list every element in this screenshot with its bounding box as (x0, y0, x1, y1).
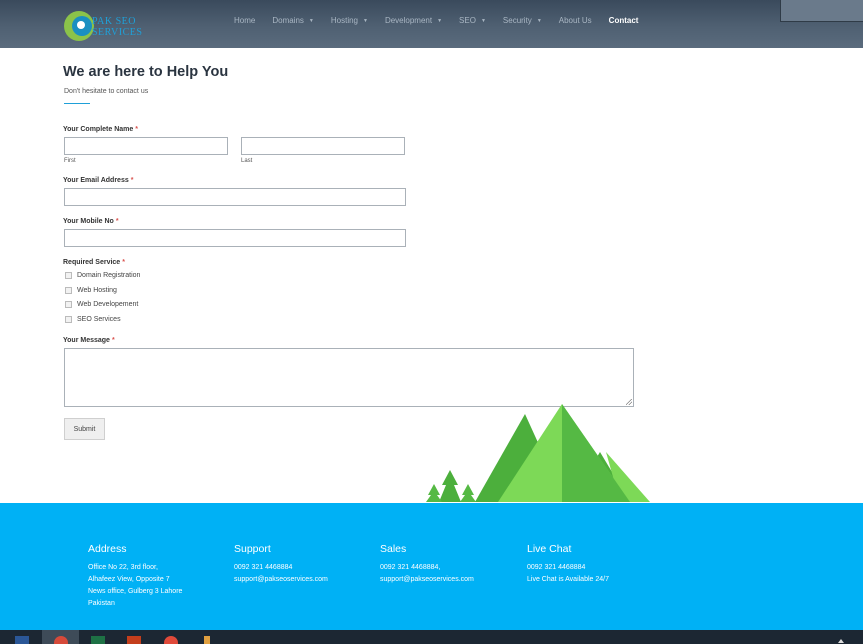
nav-item-hosting[interactable]: Hosting ▼ (331, 16, 368, 25)
chevron-down-icon: ▼ (437, 17, 443, 24)
nav-item-development[interactable]: Development ▼ (385, 16, 442, 25)
checkbox-web-development[interactable] (65, 301, 72, 308)
submit-button[interactable]: Submit (64, 418, 105, 440)
message-label: Your Message * (63, 337, 115, 344)
nav-item-contact[interactable]: Contact (609, 16, 639, 25)
mountains-illustration (426, 404, 650, 502)
nav-item-security[interactable]: Security ▼ (503, 16, 542, 25)
page-subtitle: Don't hesitate to contact us (64, 88, 149, 95)
footer-sales: Sales 0092 321 4468884, support@pakseose… (380, 543, 474, 586)
chevron-down-icon: ▼ (480, 17, 486, 24)
chevron-down-icon: ▼ (536, 17, 542, 24)
chevron-up-icon[interactable] (838, 639, 844, 643)
pencil-icon[interactable] (204, 636, 210, 644)
nav-item-seo[interactable]: SEO ▼ (459, 16, 486, 25)
main-nav: Home Domains ▼ Hosting ▼ Development ▼ SEO ▼… (234, 16, 655, 25)
nav-item-about-us[interactable]: About Us (559, 16, 592, 25)
last-name-input[interactable] (241, 137, 405, 155)
footer-support: Support 0092 321 4468884 support@pakseos… (234, 543, 328, 586)
footer-address: Address Office No 22, 3rd floor, Alhafee… (88, 543, 183, 607)
mobile-field[interactable] (64, 229, 406, 247)
first-name-hint: First (64, 158, 76, 164)
chevron-down-icon: ▼ (308, 17, 314, 24)
service-label: Required Service * (63, 259, 125, 266)
mobile-label: Your Mobile No * (63, 218, 119, 225)
email-label: Your Email Address * (63, 177, 134, 184)
sales-email-link[interactable]: support@pakseoservices.com (380, 574, 474, 586)
chevron-down-icon: ▼ (363, 17, 368, 24)
checkbox-label: Web Hosting (77, 287, 117, 294)
nav-item-home[interactable]: Home (234, 16, 255, 25)
excel-icon[interactable] (91, 636, 105, 644)
email-field[interactable] (64, 188, 406, 206)
logo-text-line2: SERVICES (92, 27, 143, 38)
tree-icon (460, 484, 476, 502)
name-label: Your Complete Name * (63, 126, 139, 133)
logo-text-line1: PAK SEO (92, 16, 136, 27)
word-icon[interactable] (15, 636, 29, 644)
tree-icon (426, 484, 442, 502)
title-underline (64, 103, 90, 104)
last-name-hint: Last (241, 158, 253, 164)
checkbox-label: SEO Services (77, 316, 121, 323)
checkbox-domain-registration[interactable] (65, 272, 72, 279)
site-footer: Address Office No 22, 3rd floor, Alhafee… (0, 503, 863, 630)
nav-item-domains[interactable]: Domains ▼ (272, 16, 314, 25)
site-header: PAK SEO SERVICES Home Domains ▼ Hosting ▼ … (0, 0, 863, 48)
page-title: We are here to Help You (63, 64, 229, 80)
first-name-input[interactable] (64, 137, 228, 155)
os-taskbar (0, 630, 863, 644)
site-logo[interactable]: PAK SEO SERVICES (62, 10, 152, 46)
support-email-link[interactable]: support@pakseoservices.com (234, 574, 328, 586)
checkbox-label: Domain Registration (77, 272, 141, 279)
media-icon[interactable] (164, 636, 178, 644)
chrome-icon[interactable] (54, 636, 68, 644)
checkbox-seo-services[interactable] (65, 316, 72, 323)
tree-icon (439, 470, 461, 502)
message-textarea[interactable] (64, 348, 634, 407)
powerpoint-icon[interactable] (127, 636, 141, 644)
checkbox-web-hosting[interactable] (65, 287, 72, 294)
header-background-strip (780, 0, 863, 22)
checkbox-label: Web Developement (77, 301, 139, 308)
footer-live-chat: Live Chat 0092 321 4468884 Live Chat is … (527, 543, 609, 583)
